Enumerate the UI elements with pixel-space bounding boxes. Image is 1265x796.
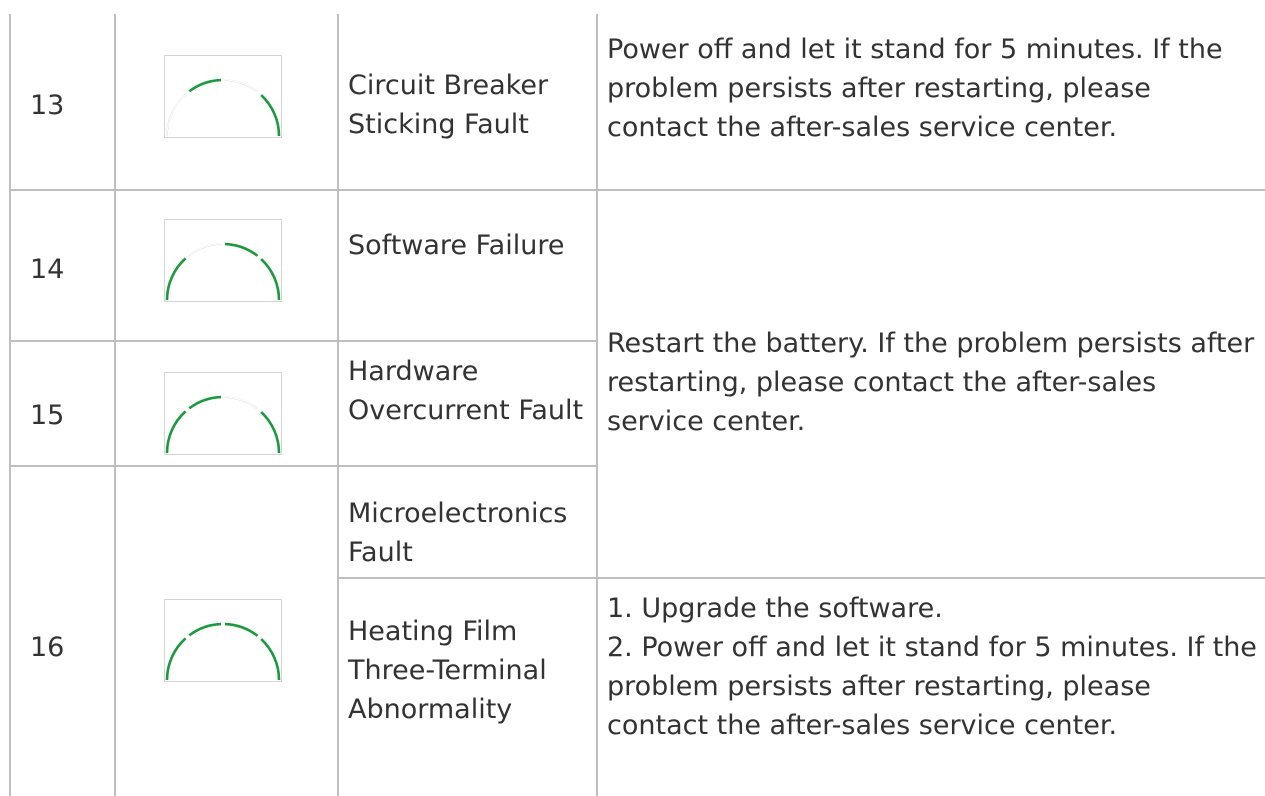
fault-name: Hardware Overcurrent Fault [348,356,584,426]
row-number: 16 [30,632,65,663]
indicator-segment-on [260,258,281,301]
indicator-ring-14 [164,219,282,302]
indicator-segment-off-fill [224,396,258,410]
indicator-ring-16 [164,599,282,682]
indicator-segment-off-fill [188,243,222,256]
indicator-segment-off-fill [224,79,258,93]
row-divider [9,189,1265,191]
indicator-ring-13 [164,55,282,138]
solution-text: Restart the battery. If the problem pers… [607,328,1255,437]
row-number: 15 [30,400,65,431]
indicator-segment-on [224,622,259,637]
fault-name: Software Failure [348,230,565,261]
indicator-segment-on [260,411,281,454]
row-divider [9,340,598,342]
indicator-segment-on [165,637,187,681]
row-divider [337,577,1265,579]
indicator-ring-icon [164,219,282,306]
indicator-ring-icon [164,55,282,142]
indicator-segment-on [188,395,222,410]
fault-name: Microelectronics Fault [348,498,568,568]
indicator-segment-on [224,242,259,257]
solution-text: 1. Upgrade the software. 2. Power off an… [607,593,1257,741]
table-divider-indicator [337,14,339,796]
indicator-segment-off [166,93,186,137]
row-number: 14 [30,254,65,285]
indicator-ring-15 [164,372,282,455]
indicator-ring-icon [164,372,282,459]
indicator-ring-icon [164,599,282,686]
indicator-segment-off-fill [166,93,186,137]
indicator-segment-on [260,94,281,137]
row-number: 13 [30,90,65,121]
indicator-segment-on [165,257,187,301]
indicator-segment-off [224,79,258,93]
table-divider-number [114,14,116,796]
indicator-segment-off [188,243,222,256]
fault-name: Heating Film Three-Terminal Abnormality [348,616,547,725]
row-divider [9,465,598,467]
indicator-segment-off [224,396,258,410]
fault-name: Circuit Breaker Sticking Fault [348,70,549,140]
indicator-segment-on [260,638,281,681]
indicator-segment-on [188,622,222,637]
table-border-left [9,14,11,796]
indicator-segment-on [188,78,222,93]
indicator-segment-on [165,410,187,454]
solution-text: Power off and let it stand for 5 minutes… [607,34,1223,143]
